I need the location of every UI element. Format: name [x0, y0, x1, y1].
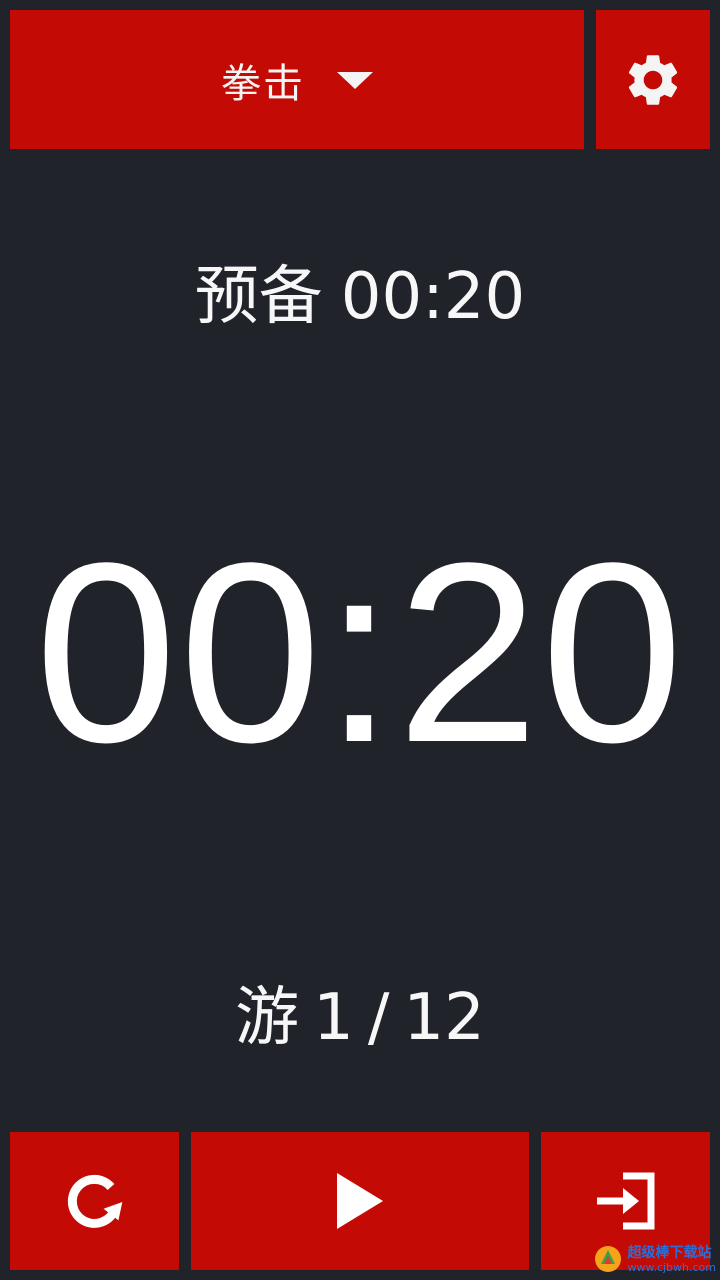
gear-icon [628, 54, 678, 105]
settings-button[interactable] [596, 10, 710, 149]
round-label: 游 [235, 981, 300, 1055]
reset-button[interactable] [10, 1132, 179, 1270]
main-timer-display: 00:20 [34, 510, 686, 796]
exit-icon [596, 1172, 654, 1230]
play-icon [337, 1173, 383, 1229]
mode-dropdown-button[interactable]: 拳击 [10, 10, 584, 149]
round-current: 1 [313, 981, 354, 1055]
play-button[interactable] [191, 1132, 529, 1270]
round-counter: 游 1/12 [0, 966, 720, 1058]
reset-icon [67, 1174, 122, 1228]
exit-button[interactable] [541, 1132, 710, 1270]
phase-label: 预备 [194, 260, 323, 334]
round-separator: / [367, 981, 390, 1055]
caret-down-icon [337, 72, 373, 89]
phase-time: 00:20 [340, 260, 526, 334]
top-bar: 拳击 [10, 10, 710, 149]
control-bar [10, 1132, 710, 1270]
mode-label: 拳击 [221, 60, 305, 107]
phase-status: 预备 00:20 [0, 245, 720, 337]
round-total: 12 [403, 981, 485, 1055]
timer-screen: 拳击 预备 00:20 00:20 游 1/12 超级棒下载站 www.cjbw… [0, 0, 720, 1280]
